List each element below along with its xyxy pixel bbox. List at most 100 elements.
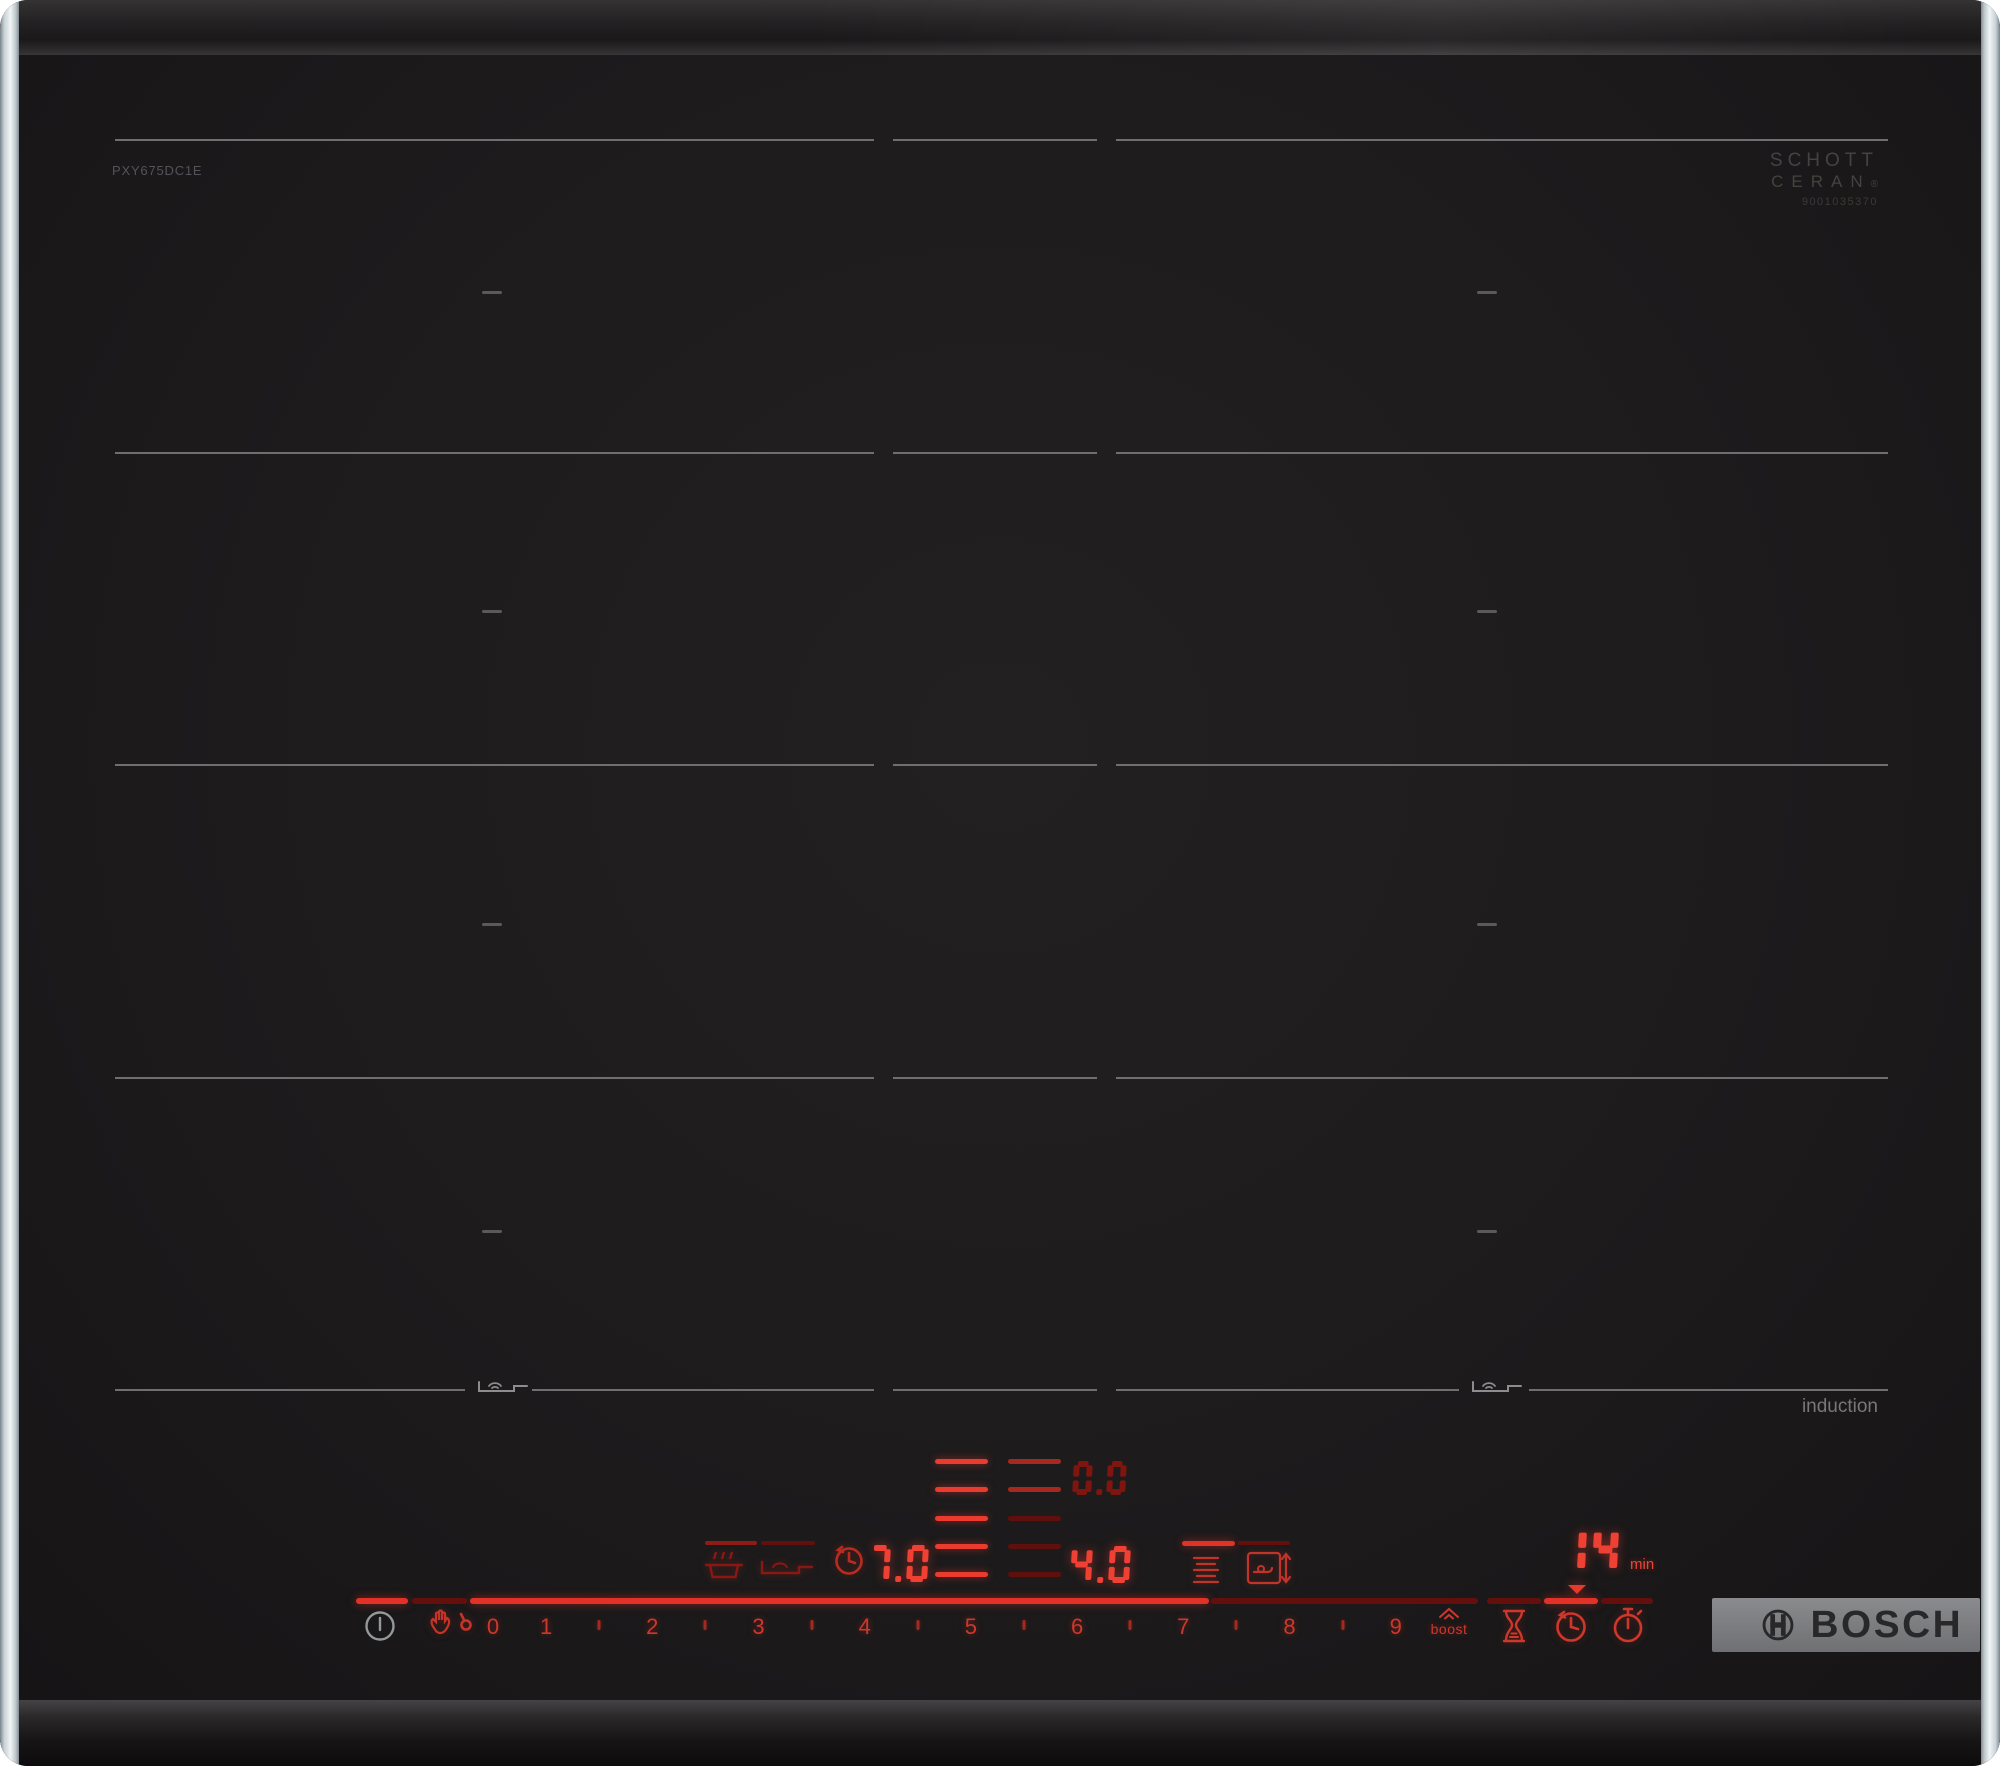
- zone-line: [893, 1389, 1097, 1391]
- flex-segment-bar: [935, 1572, 988, 1577]
- power-track-on: [356, 1598, 408, 1604]
- zone-line: [115, 139, 874, 141]
- timer-track-a: [1487, 1598, 1541, 1604]
- level-key-0[interactable]: 0: [487, 1614, 499, 1640]
- rear-zone-display: [1072, 1461, 1131, 1495]
- slider-tick: [597, 1620, 601, 1630]
- zone-center-marker: [1477, 923, 1497, 926]
- zone-line: [1116, 139, 1888, 141]
- zone-line: [893, 1077, 1097, 1079]
- flex-select-bar-dim: [1238, 1541, 1290, 1545]
- bosch-armature-icon: [1760, 1607, 1796, 1648]
- flex-segment-bar: [1008, 1459, 1061, 1464]
- zone-center-marker: [482, 1230, 502, 1233]
- boost-key[interactable]: boost: [1431, 1621, 1468, 1637]
- flex-segment-bar: [1008, 1487, 1061, 1492]
- zone-line: [115, 452, 874, 454]
- level-key-7[interactable]: 7: [1177, 1614, 1189, 1640]
- level-track-active[interactable]: [470, 1598, 1209, 1604]
- zone-center-marker: [1477, 291, 1497, 294]
- level-key-6[interactable]: 6: [1071, 1614, 1083, 1640]
- left-zone-display: [869, 1545, 934, 1582]
- flex-segment-bar: [935, 1516, 988, 1521]
- zone-line: [1116, 452, 1888, 454]
- clock-arrow-icon: [832, 1543, 866, 1582]
- level-key-8[interactable]: 8: [1283, 1614, 1295, 1640]
- flex-segment-bar: [1008, 1516, 1061, 1521]
- pan-detect-icon: [1471, 1377, 1523, 1400]
- slider-tick: [1022, 1620, 1026, 1630]
- zone-line: [115, 1077, 874, 1079]
- level-key-3[interactable]: 3: [752, 1614, 764, 1640]
- pan-wave-icon: [759, 1553, 815, 1584]
- bottom-bevel: [0, 1700, 2000, 1766]
- zone-center-marker: [1477, 610, 1497, 613]
- zone-center-marker: [1477, 1230, 1497, 1233]
- timer-clock-icon[interactable]: [1552, 1607, 1590, 1650]
- zone-line: [115, 764, 874, 766]
- zone-center-marker: [482, 923, 502, 926]
- flex-segment-bar: [1008, 1544, 1061, 1549]
- slider-tick: [916, 1620, 920, 1630]
- level-key-1[interactable]: 1: [540, 1614, 552, 1640]
- level-key-5[interactable]: 5: [965, 1614, 977, 1640]
- induction-label: induction: [1801, 1396, 1878, 1417]
- flex-segment-bar: [935, 1487, 988, 1492]
- left-flex-indicator: [935, 1459, 988, 1579]
- model-label: PXY675DC1E: [112, 163, 203, 178]
- brand-wordmark: BOSCH: [1810, 1604, 1964, 1646]
- flex-segment-bar: [1008, 1572, 1061, 1577]
- zone-line: [115, 1389, 465, 1391]
- flex-segment-bar: [935, 1544, 988, 1549]
- left-zone-bar-b: [761, 1541, 815, 1545]
- slider-tick: [810, 1620, 814, 1630]
- brand-plate: BOSCH: [1712, 1598, 1980, 1652]
- hand-lock-icon[interactable]: [424, 1606, 472, 1649]
- left-trim: [0, 0, 19, 1766]
- pan-move-icon[interactable]: [1246, 1551, 1294, 1590]
- slider-tick: [1234, 1620, 1238, 1630]
- zone-line: [1116, 1077, 1888, 1079]
- flex-select-bar-on: [1182, 1541, 1235, 1546]
- timer-track-selected: [1544, 1598, 1598, 1604]
- hourglass-icon[interactable]: [1496, 1607, 1532, 1650]
- flex-segment-bar: [935, 1459, 988, 1464]
- level-track-inactive[interactable]: [1211, 1598, 1478, 1604]
- power-button[interactable]: [363, 1609, 397, 1648]
- schott-ceran-logo: SCHOTT CERAN® 9001035370: [1770, 150, 1878, 208]
- zone-center-marker: [482, 291, 502, 294]
- zone-line: [532, 1389, 874, 1391]
- product-photo: PXY675DC1E SCHOTT CERAN® 9001035370 indu…: [0, 0, 2000, 1766]
- zone-line: [893, 139, 1097, 141]
- top-bevel: [0, 0, 2000, 55]
- stopwatch-icon[interactable]: [1609, 1605, 1647, 1650]
- zone-line: [893, 452, 1097, 454]
- level-key-9[interactable]: 9: [1390, 1614, 1402, 1640]
- timer-display: [1561, 1527, 1625, 1572]
- level-key-4[interactable]: 4: [859, 1614, 871, 1640]
- flex-lines-icon[interactable]: [1192, 1555, 1220, 1588]
- slider-tick: [1341, 1620, 1345, 1630]
- zone-line: [1116, 1389, 1459, 1391]
- pot-steam-icon: [701, 1548, 747, 1587]
- schott-code: 9001035370: [1801, 196, 1878, 208]
- right-trim: [1981, 0, 2000, 1766]
- zone-center-marker: [482, 610, 502, 613]
- timer-pointer-icon: [1568, 1585, 1586, 1594]
- left-zone-bar-a: [705, 1541, 757, 1545]
- zone-line: [1529, 1389, 1888, 1391]
- level-key-2[interactable]: 2: [646, 1614, 658, 1640]
- slider-tick: [1128, 1620, 1132, 1630]
- zone-line: [893, 764, 1097, 766]
- timer-track-c: [1601, 1598, 1653, 1604]
- schott-line2: CERAN®: [1771, 172, 1878, 191]
- right-flex-indicator: [1008, 1459, 1061, 1579]
- slider-tick: [703, 1620, 707, 1630]
- pan-detect-icon: [477, 1377, 529, 1400]
- induction-hob: PXY675DC1E SCHOTT CERAN® 9001035370 indu…: [0, 0, 2000, 1766]
- registered-mark: ®: [1870, 179, 1878, 190]
- right-zone-display: [1071, 1546, 1136, 1583]
- ceran-glass: [19, 54, 1981, 1702]
- power-track-dim: [412, 1598, 467, 1604]
- timer-unit-label: min: [1630, 1556, 1655, 1573]
